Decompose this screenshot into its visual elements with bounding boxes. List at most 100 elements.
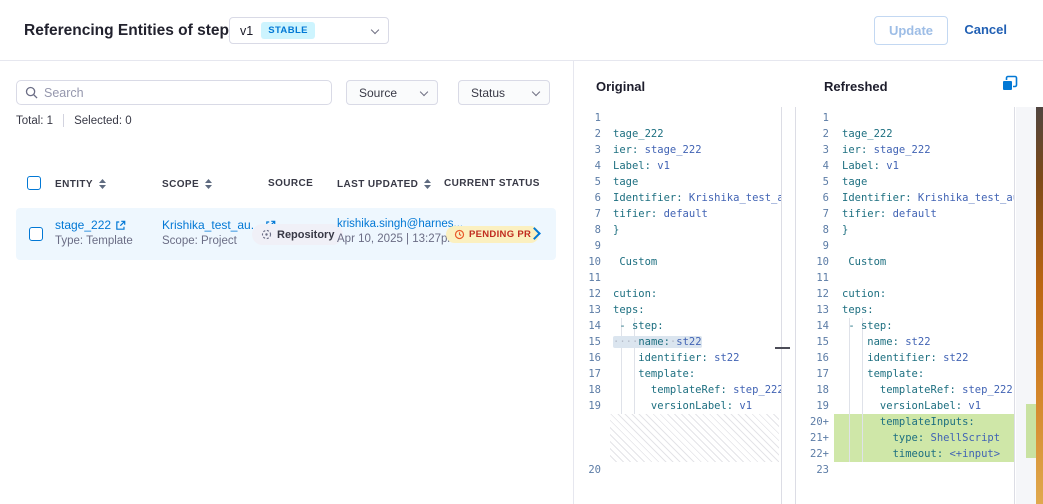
- code-line: 4Label: v1: [574, 158, 781, 174]
- diff-body: 12tage_2223ier: stage_2224Label: v15tage…: [574, 107, 1043, 504]
- code-line: 2tage_222: [574, 126, 781, 142]
- line-content: tage_222: [834, 126, 1014, 142]
- code-line: 8}: [574, 222, 781, 238]
- line-number: 9: [796, 238, 834, 254]
- column-header-last-updated: LAST UPDATED: [337, 178, 432, 190]
- code-line: 8}: [796, 222, 1014, 238]
- refreshed-pane[interactable]: 12tage_2223ier: stage_2224Label: v15tage…: [795, 107, 1015, 504]
- line-content: identifier: st22: [606, 350, 781, 366]
- refreshed-pane-title: Refreshed: [824, 79, 888, 94]
- code-line: 9: [796, 238, 1014, 254]
- line-content: tifier: default: [606, 206, 781, 222]
- select-all-checkbox[interactable]: [27, 176, 41, 190]
- version-selector[interactable]: v1 STABLE: [229, 17, 389, 44]
- line-content: [834, 270, 1014, 286]
- code-line: 3ier: stage_222: [796, 142, 1014, 158]
- cancel-button[interactable]: Cancel: [964, 22, 1007, 37]
- chevron-down-icon: [371, 25, 379, 33]
- code-line: 7tifier: default: [796, 206, 1014, 222]
- code-line: 13teps:: [574, 302, 781, 318]
- line-content: cution:: [834, 286, 1014, 302]
- updated-at: Apr 10, 2025 | 13:27pm: [337, 233, 463, 245]
- line-content: ier: stage_222: [606, 142, 781, 158]
- status-filter-label: Status: [471, 86, 505, 100]
- external-link-icon[interactable]: [115, 220, 126, 231]
- table-row[interactable]: stage_222 Type: Template Krishika_test_a…: [16, 208, 556, 260]
- line-content: Label: v1: [606, 158, 781, 174]
- line-number: 8: [574, 222, 606, 238]
- line-number: 15: [574, 334, 606, 350]
- code-line: 2tage_222: [796, 126, 1014, 142]
- line-number: 23: [796, 462, 834, 478]
- code-line: 15····name:·st22: [574, 334, 781, 350]
- clock-icon: [454, 229, 465, 240]
- search-input[interactable]: [44, 86, 323, 100]
- line-number: 7: [574, 206, 606, 222]
- column-header-source: SOURCE: [268, 178, 313, 189]
- line-number: 12: [574, 286, 606, 302]
- line-content: timeout: <+input>: [834, 446, 1014, 462]
- line-number: 9: [574, 238, 606, 254]
- source-filter-dropdown[interactable]: Source: [346, 80, 438, 105]
- line-number: 5: [574, 174, 606, 190]
- line-number: 15: [796, 334, 834, 350]
- code-line: 18 templateRef: step_222: [796, 382, 1014, 398]
- line-number: 8: [796, 222, 834, 238]
- line-number: 12: [796, 286, 834, 302]
- line-content: templateInputs:: [834, 414, 1014, 430]
- source-filter-label: Source: [359, 86, 397, 100]
- line-content: cution:: [606, 286, 781, 302]
- search-box: [16, 80, 332, 105]
- sort-icon[interactable]: [204, 178, 213, 190]
- line-number: 6: [574, 190, 606, 206]
- line-content: Identifier: Krishika_test_aut: [606, 190, 781, 206]
- line-content: tifier: default: [834, 206, 1014, 222]
- row-checkbox[interactable]: [29, 227, 43, 241]
- line-number: 14: [796, 318, 834, 334]
- line-content: teps:: [834, 302, 1014, 318]
- line-content: name: st22: [834, 334, 1014, 350]
- update-button[interactable]: Update: [874, 16, 948, 45]
- chevron-down-icon: [532, 87, 540, 95]
- line-content: - step:: [834, 318, 1014, 334]
- background-page-edge: [1036, 107, 1043, 504]
- line-number: 19: [796, 398, 834, 414]
- status-badge: PENDING PR: [446, 226, 539, 243]
- code-line: 12cution:: [796, 286, 1014, 302]
- status-filter-dropdown[interactable]: Status: [458, 80, 550, 105]
- sort-icon[interactable]: [423, 178, 432, 190]
- top-bar: Referencing Entities of step_222 v1 STAB…: [0, 0, 1043, 61]
- entity-type-label: Type: Template: [55, 235, 133, 247]
- diff-panel: Original Refreshed 12tage_2223ier: stage…: [573, 61, 1043, 504]
- page-title: Referencing Entities of step_222: [24, 22, 263, 40]
- code-line: 18 templateRef: step_222: [574, 382, 781, 398]
- line-number: 3: [796, 142, 834, 158]
- code-line: 6Identifier: Krishika_test_aut: [796, 190, 1014, 206]
- chevron-down-icon: [420, 87, 428, 95]
- entity-link[interactable]: stage_222: [55, 218, 133, 232]
- line-number: 7: [796, 206, 834, 222]
- last-updated-cell: krishika.singh@harnes... Apr 10, 2025 | …: [337, 218, 463, 245]
- code-line: 19 versionLabel: v1: [574, 398, 781, 414]
- original-pane[interactable]: 12tage_2223ier: stage_2224Label: v15tage…: [574, 107, 782, 504]
- copy-icon[interactable]: [1001, 75, 1018, 92]
- line-content: [606, 462, 781, 478]
- original-pane-title: Original: [596, 79, 645, 94]
- column-header-current-status: CURRENT STATUS: [444, 178, 540, 189]
- divider: [63, 114, 64, 127]
- line-content: tage: [834, 174, 1014, 190]
- code-line: 12cution:: [574, 286, 781, 302]
- code-line: 9: [574, 238, 781, 254]
- sort-icon[interactable]: [98, 178, 107, 190]
- table-header: ENTITY SCOPE SOURCE LAST UPDATED CURRENT…: [0, 177, 573, 193]
- line-number: 1: [574, 110, 606, 126]
- line-content: [834, 238, 1014, 254]
- line-number: 6: [796, 190, 834, 206]
- code-line: 17 template:: [796, 366, 1014, 382]
- code-line: 3ier: stage_222: [574, 142, 781, 158]
- line-content: ····name:·st22: [606, 334, 781, 350]
- line-content: }: [834, 222, 1014, 238]
- diff-overview-ruler[interactable]: [1016, 107, 1037, 504]
- line-number: 5: [796, 174, 834, 190]
- updated-by: krishika.singh@harnes...: [337, 218, 463, 230]
